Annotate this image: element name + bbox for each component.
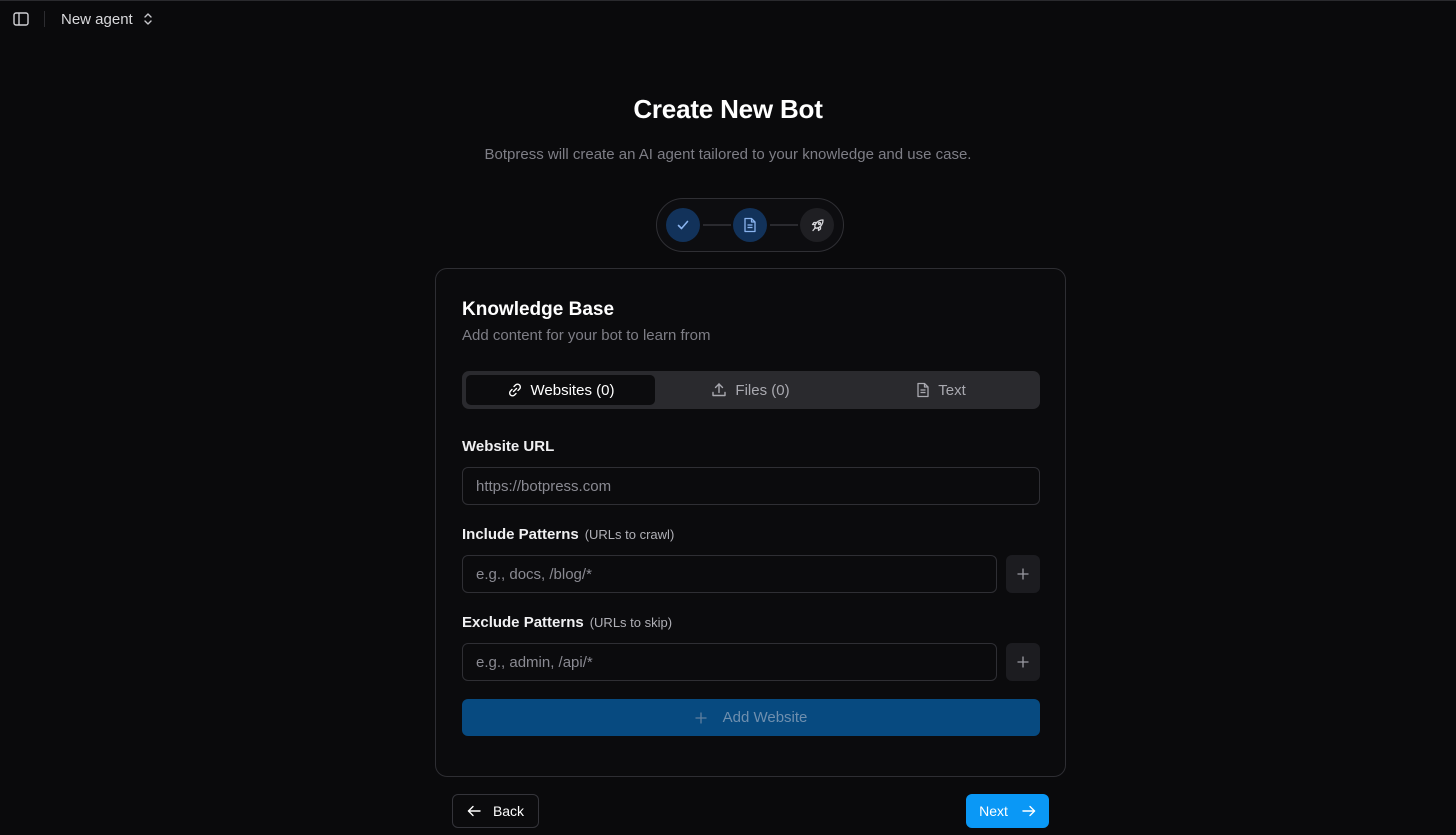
include-patterns-hint: (URLs to crawl) [584, 527, 675, 542]
add-website-label: Add Website [722, 709, 808, 726]
plus-icon [1017, 568, 1029, 580]
exclude-patterns-hint: (URLs to skip) [589, 615, 673, 630]
agent-name: New agent [61, 10, 133, 28]
step-1 [666, 208, 700, 242]
step-2 [733, 208, 767, 242]
upload-icon [712, 383, 727, 397]
tab-files[interactable]: Files (0) [656, 375, 845, 405]
source-tabs: Websites (0) Files (0) Text [462, 371, 1040, 409]
add-website-button[interactable]: Add Website [462, 699, 1040, 736]
step-connector [703, 224, 731, 226]
back-button[interactable]: Back [452, 794, 539, 828]
step-connector [770, 224, 798, 226]
knowledge-base-card: Knowledge Base Add content for your bot … [435, 268, 1066, 777]
card-subtitle: Add content for your bot to learn from [462, 327, 711, 344]
chevron-up-down-icon [144, 13, 152, 25]
add-exclude-pattern-button[interactable] [1006, 643, 1040, 681]
page-subtitle: Botpress will create an AI agent tailore… [484, 146, 972, 163]
include-patterns-input[interactable] [462, 555, 997, 593]
top-bar: New agent [0, 0, 1456, 36]
website-url-label: Website URL [462, 438, 554, 455]
plus-icon [1017, 656, 1029, 668]
next-button[interactable]: Next [966, 794, 1049, 828]
back-label: Back [492, 803, 525, 819]
check-icon [677, 220, 689, 230]
website-url-input[interactable] [462, 467, 1040, 505]
tab-websites-label: Websites (0) [530, 381, 615, 399]
sidebar-toggle-icon [13, 12, 29, 26]
progress-stepper [656, 198, 844, 252]
plus-icon [694, 711, 707, 724]
website-url-label-text: Website URL [462, 438, 555, 455]
tab-websites[interactable]: Websites (0) [466, 375, 655, 405]
sidebar-toggle-button[interactable] [12, 11, 30, 27]
topbar-divider [44, 11, 45, 27]
page-title: Create New Bot [633, 94, 823, 124]
document-icon [744, 217, 756, 233]
exclude-patterns-label: Exclude Patterns (URLs to skip) [462, 614, 672, 631]
add-include-pattern-button[interactable] [1006, 555, 1040, 593]
step-3 [800, 208, 834, 242]
tab-text-label: Text [938, 381, 966, 399]
exclude-patterns-label-text: Exclude Patterns [462, 614, 584, 631]
arrow-left-icon [467, 805, 481, 817]
include-patterns-label: Include Patterns (URLs to crawl) [462, 526, 674, 543]
tab-files-label: Files (0) [735, 381, 790, 399]
include-patterns-label-text: Include Patterns [462, 526, 579, 543]
next-label: Next [979, 803, 1008, 819]
tab-text[interactable]: Text [846, 375, 1036, 405]
exclude-patterns-input[interactable] [462, 643, 997, 681]
document-icon [917, 382, 929, 398]
link-icon [508, 383, 521, 397]
card-title: Knowledge Base [462, 299, 615, 320]
rocket-icon [811, 218, 824, 231]
agent-selector[interactable]: New agent [61, 9, 153, 29]
arrow-right-icon [1022, 805, 1036, 817]
